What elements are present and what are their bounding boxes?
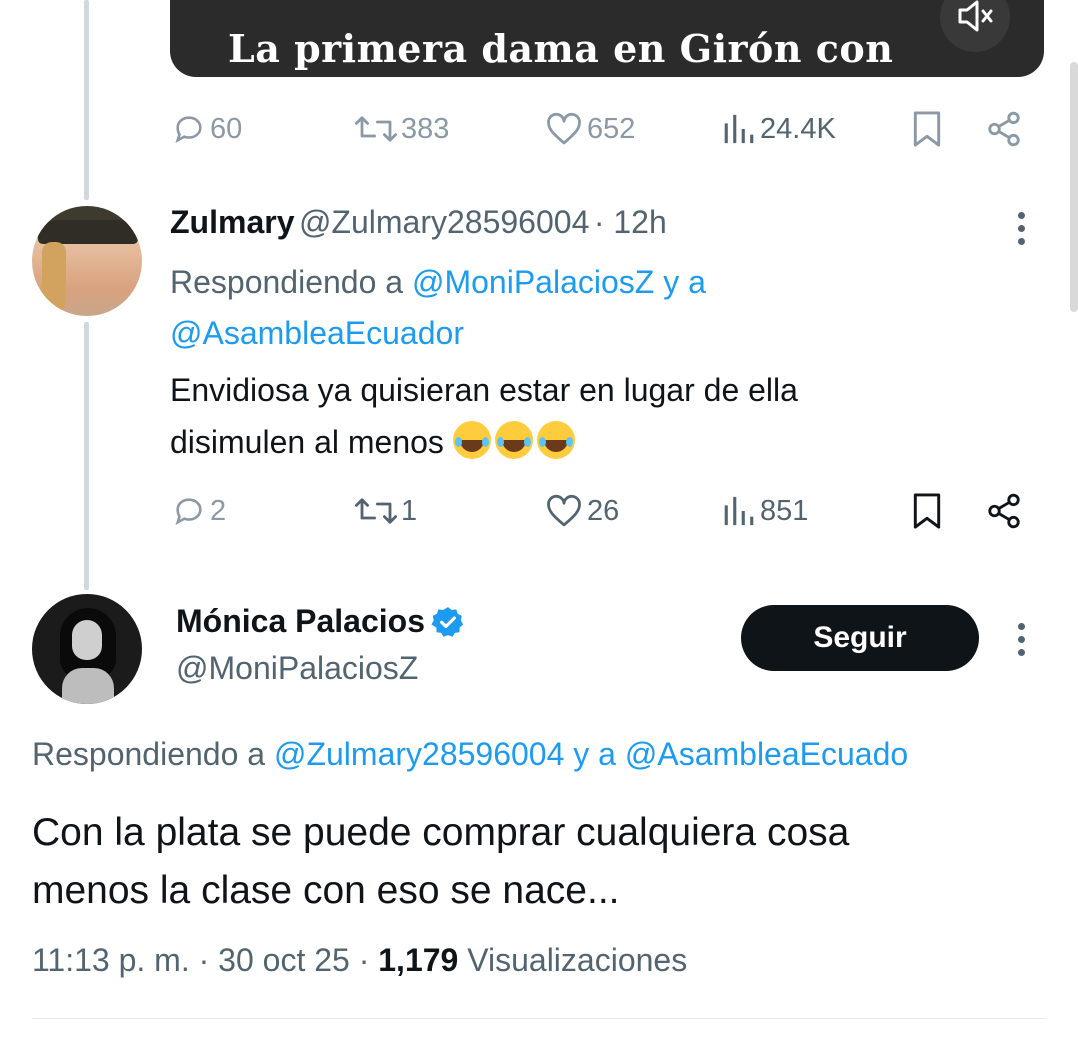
- replying-to: Respondiendo a @MoniPalaciosZ y a: [170, 256, 706, 308]
- retweet-button[interactable]: 1: [355, 494, 417, 528]
- bar-chart-icon: [724, 114, 754, 144]
- mention-link[interactable]: @MoniPalaciosZ: [412, 264, 654, 300]
- reply-button[interactable]: 60: [172, 112, 242, 146]
- tweet-time[interactable]: 11:13 p. m.: [32, 942, 190, 978]
- like-button[interactable]: 26: [545, 494, 619, 528]
- thread-line-top: [84, 0, 89, 200]
- views-button[interactable]: 851: [722, 494, 808, 528]
- bookmark-icon: [913, 111, 941, 147]
- mention-link[interactable]: @Zulmary28596004: [274, 736, 564, 772]
- views-count: 851: [760, 494, 809, 527]
- replying-prefix: Respondiendo a: [32, 736, 266, 772]
- replying-prefix: Respondiendo a: [170, 264, 404, 300]
- replying-to: Respondiendo a @Zulmary28596004 y a @Asa…: [32, 728, 1078, 780]
- avatar-zulmary[interactable]: [32, 206, 142, 316]
- reply-text-line2: disimulen al menos: [170, 416, 798, 468]
- bookmark-icon: [913, 493, 941, 529]
- retweet-icon: [355, 116, 397, 142]
- tweet-date[interactable]: 30 oct 25: [218, 942, 350, 978]
- share-button[interactable]: [985, 492, 1023, 530]
- reply-header: Zulmary @Zulmary28596004 · 12h: [170, 204, 667, 241]
- scrollbar[interactable]: [1070, 62, 1078, 312]
- mention-link[interactable]: @AsambleaEcuado: [625, 736, 908, 772]
- bookmark-button[interactable]: [912, 492, 942, 530]
- laughing-tears-emoji-icon: [494, 421, 533, 459]
- views-total: 1,179: [378, 942, 459, 978]
- replying-join: y a: [573, 736, 616, 772]
- laughing-tears-emoji-icon: [536, 421, 575, 459]
- views-label: Visualizaciones: [467, 942, 688, 978]
- verified-badge-icon: [431, 606, 464, 637]
- reply-text-line1: Envidiosa ya quisieran estar en lugar de…: [170, 372, 798, 408]
- reply-icon: [175, 116, 202, 144]
- share-button[interactable]: [985, 110, 1023, 148]
- mention-link[interactable]: @AsambleaEcuador: [170, 315, 464, 351]
- replying-join: y a: [663, 264, 706, 300]
- like-count: 652: [587, 112, 636, 145]
- reply-text: Envidiosa ya quisieran estar en lugar de…: [170, 364, 798, 468]
- like-button[interactable]: 652: [545, 112, 635, 146]
- author-name[interactable]: Mónica Palacios: [176, 603, 425, 640]
- main-tweet-text-line2: menos la clase con eso se nace...: [32, 869, 620, 912]
- meta-separator: ·: [198, 942, 210, 978]
- main-tweet-text: Con la plata se puede comprar cualquiera…: [32, 804, 849, 920]
- heart-icon: [547, 112, 581, 145]
- retweet-count: 383: [401, 112, 450, 145]
- author-handle[interactable]: @Zulmary28596004: [299, 204, 589, 240]
- retweet-count: 1: [401, 494, 418, 527]
- retweet-button[interactable]: 383: [355, 112, 449, 146]
- reply-icon: [175, 498, 202, 526]
- tweet-meta: 11:13 p. m. · 30 oct 25 · 1,179 Visualiz…: [32, 942, 687, 979]
- thread-line-bottom: [84, 322, 89, 590]
- reply-count: 60: [210, 112, 243, 145]
- mute-button[interactable]: [940, 0, 1010, 52]
- views-button[interactable]: 24.4K: [722, 112, 836, 146]
- bar-chart-icon: [724, 496, 754, 526]
- bookmark-button[interactable]: [912, 110, 942, 148]
- reply-text-line2-text: disimulen al menos: [170, 424, 444, 460]
- share-icon: [988, 111, 1020, 147]
- author-name[interactable]: Zulmary: [170, 204, 294, 240]
- divider: [32, 1018, 1046, 1019]
- follow-button[interactable]: Seguir: [741, 605, 979, 671]
- video-caption: La primera dama en Girón con: [228, 26, 894, 71]
- author-handle[interactable]: @MoniPalaciosZ: [176, 650, 418, 687]
- speaker-muted-icon: [958, 0, 993, 32]
- meta-separator: ·: [358, 942, 370, 978]
- more-options-icon[interactable]: [1018, 623, 1026, 662]
- main-author-row: Mónica Palacios: [176, 603, 465, 640]
- replying-to-line2: @AsambleaEcuador: [170, 307, 464, 359]
- laughing-tears-emoji-icon: [452, 421, 491, 459]
- more-options-icon[interactable]: [1018, 212, 1026, 251]
- video-player[interactable]: La primera dama en Girón con: [170, 0, 1044, 77]
- like-count: 26: [587, 494, 620, 527]
- share-icon: [988, 493, 1020, 529]
- views-count: 24.4K: [760, 112, 836, 145]
- heart-icon: [547, 494, 581, 527]
- avatar-monica[interactable]: [32, 594, 142, 704]
- main-tweet-text-line1: Con la plata se puede comprar cualquiera…: [32, 811, 850, 854]
- reply-button[interactable]: 2: [172, 494, 226, 528]
- reply-count: 2: [210, 494, 227, 527]
- retweet-icon: [355, 498, 397, 524]
- post-time: · 12h: [593, 204, 667, 240]
